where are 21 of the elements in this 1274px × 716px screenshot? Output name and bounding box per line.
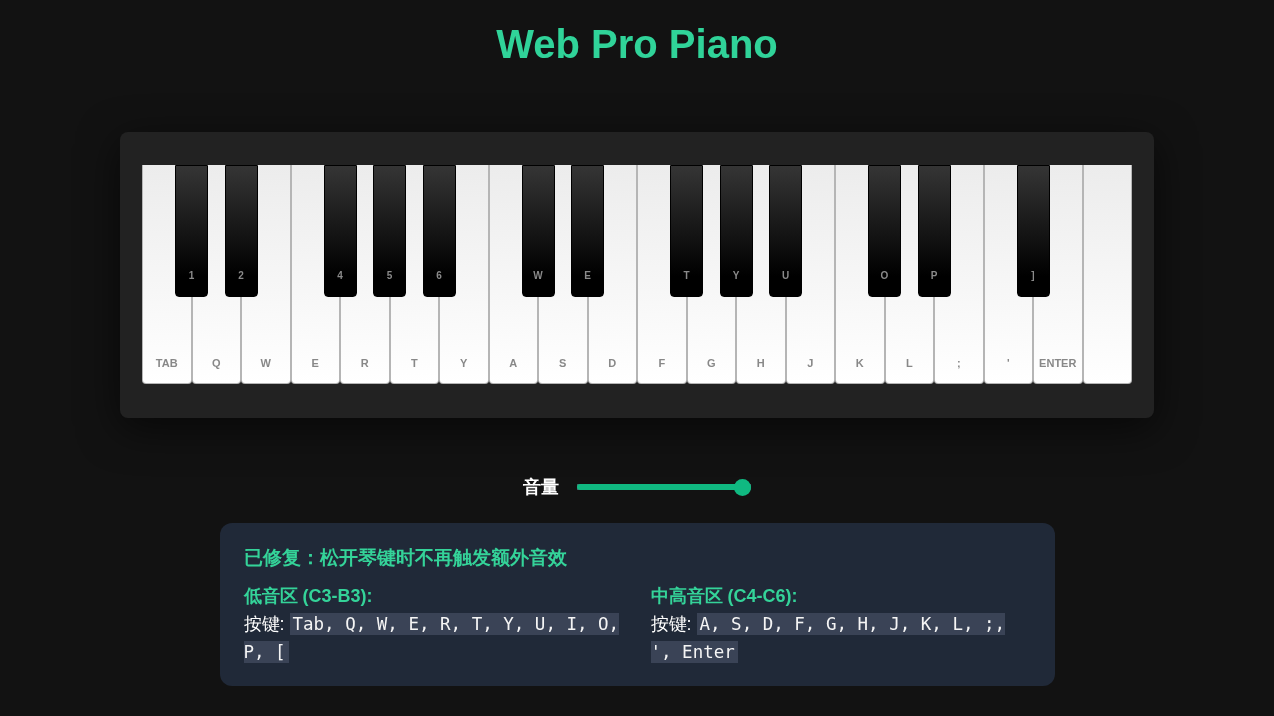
slider-thumb[interactable]	[734, 478, 751, 496]
key-mapping-text: 按键: Tab, Q, W, E, R, T, Y, U, I, O, P, [	[243, 612, 621, 665]
sharp-key[interactable]: E	[571, 165, 604, 297]
sharp-key[interactable]: W	[521, 165, 555, 297]
key-mapping-text: 按键: A, S, D, F, G, H, J, K, L, ;, ', Enter	[650, 612, 1007, 665]
volume-label: 音量	[523, 476, 559, 498]
info-heading: 已修复：松开琴键时不再触发额外音效	[243, 546, 568, 570]
sharp-key[interactable]: 5	[373, 165, 406, 297]
sharp-key[interactable]: U	[769, 165, 802, 297]
sharp-key[interactable]: 6	[422, 165, 456, 297]
app-title: Web Pro Piano	[496, 21, 778, 67]
sharp-key[interactable]: P	[917, 165, 951, 297]
sharp-key[interactable]: T	[670, 165, 703, 297]
sharp-key[interactable]: 4	[323, 165, 357, 297]
section-title: 低音区 (C3-B3):	[243, 585, 374, 608]
sharp-key[interactable]: O	[868, 165, 901, 297]
sharp-key[interactable]: ]	[1016, 165, 1050, 297]
sharp-key[interactable]: 2	[224, 165, 258, 297]
sharp-key[interactable]: Y	[719, 165, 753, 297]
sharp-key[interactable]: 1	[175, 165, 208, 297]
section-title: 中高音区 (C4-C6):	[650, 585, 799, 608]
